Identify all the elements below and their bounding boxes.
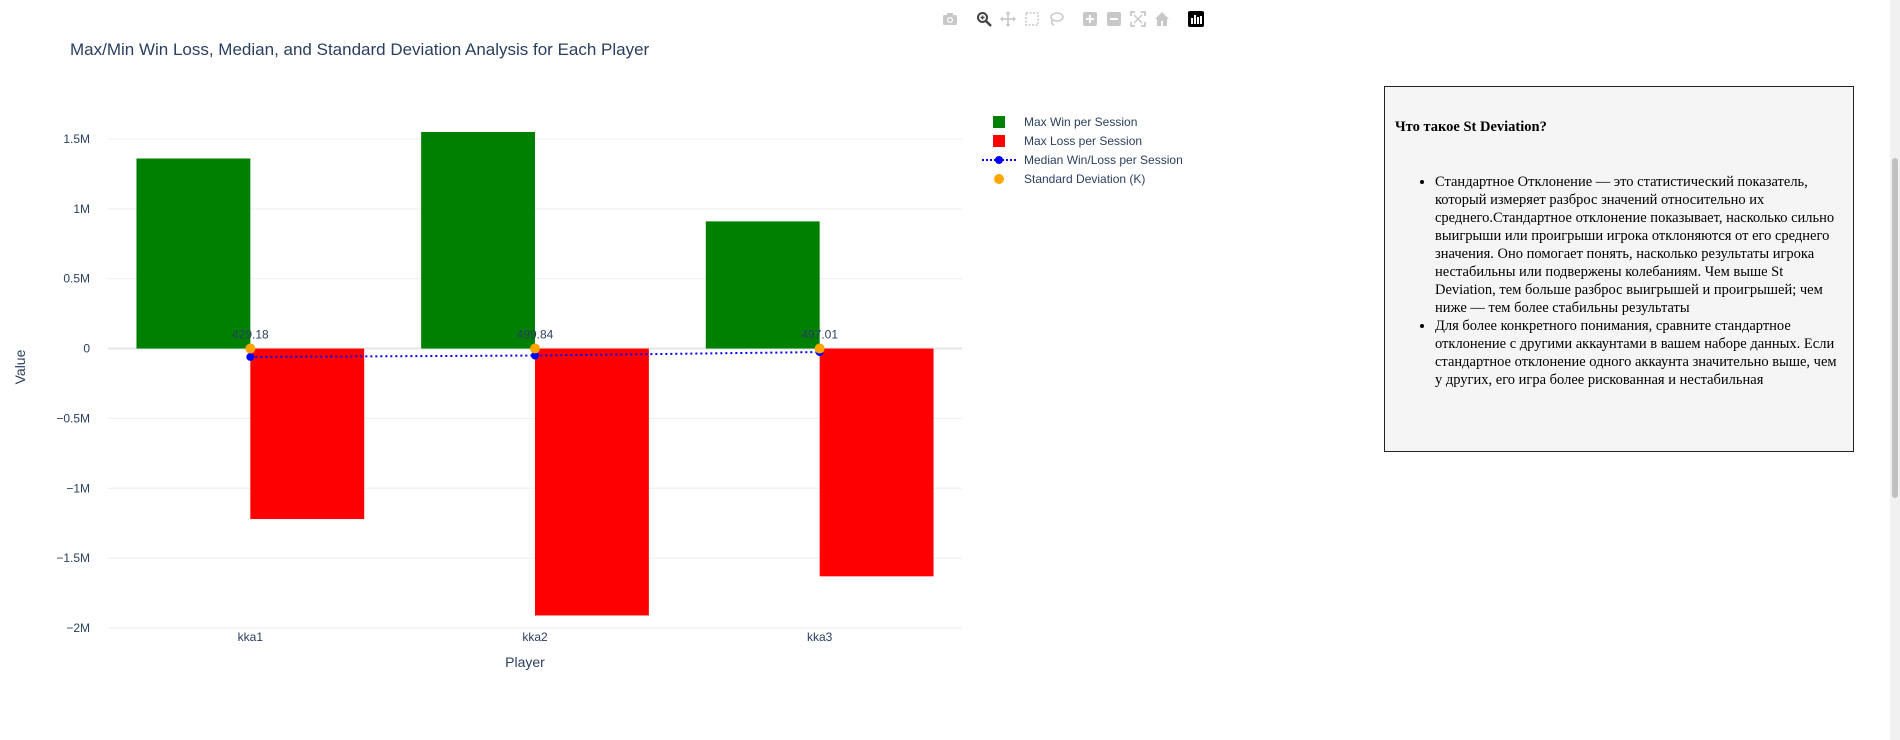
y-tick-label: −1M [66,481,90,495]
bar-max-loss [250,348,365,520]
legend-item-max-loss[interactable]: Max Loss per Session [982,131,1183,150]
info-list: Стандартное Отклонение — это статистичес… [1385,173,1853,389]
scrollbar[interactable] [1890,0,1900,740]
bar-max-loss [535,348,649,616]
legend-label-median: Median Win/Loss per Session [1024,152,1183,167]
legend-item-median[interactable]: Median Win/Loss per Session [982,150,1183,169]
std-dev-label: 429.18 [232,328,269,342]
info-heading: Что такое St Deviation? [1395,119,1547,135]
x-tick-label: kka1 [238,630,264,644]
bar-max-win [136,158,251,349]
std-dev-label: 499.84 [517,328,554,342]
std-dev-point [530,343,540,354]
legend-label-max-loss: Max Loss per Session [1024,133,1143,148]
bars [136,131,934,616]
std-dev-point [245,343,256,354]
std-dev-point [814,343,825,354]
y-tick-label: −0.5M [56,411,90,425]
x-axis-title: Player [505,654,545,670]
y-tick-label: 0 [83,342,90,356]
y-tick-label: −2M [66,621,90,635]
bar-max-loss [819,348,934,577]
legend-item-std-dev[interactable]: Standard Deviation (K) [982,169,1183,188]
x-tick-label: kka2 [522,630,548,644]
legend-swatch-median [982,153,1018,167]
legend-swatch-std-dev [982,172,1018,186]
y-tick-label: 1.5M [63,132,90,146]
median-point [246,352,255,361]
info-item: Для более конкретного понимания, сравнит… [1435,317,1843,389]
bar-max-win [421,131,535,349]
legend-swatch-max-loss [982,134,1018,148]
legend-label-std-dev: Standard Deviation (K) [1024,171,1146,186]
y-axis-title: Value [12,349,28,384]
x-tick-label: kka3 [807,630,833,644]
y-tick-label: 1M [73,202,90,216]
info-box: Что такое St Deviation? Стандартное Откл… [1384,86,1854,452]
legend: Max Win per Session Max Loss per Session… [982,112,1183,188]
y-tick-label: 0.5M [63,272,90,286]
legend-item-max-win[interactable]: Max Win per Session [982,112,1183,131]
legend-swatch-max-win [982,115,1018,129]
info-item: Стандартное Отклонение — это статистичес… [1435,173,1843,317]
scrollbar-thumb[interactable] [1892,158,1898,498]
legend-label-max-win: Max Win per Session [1024,114,1138,129]
y-tick-label: −1.5M [56,551,90,565]
std-dev-label: 497.01 [801,328,838,342]
